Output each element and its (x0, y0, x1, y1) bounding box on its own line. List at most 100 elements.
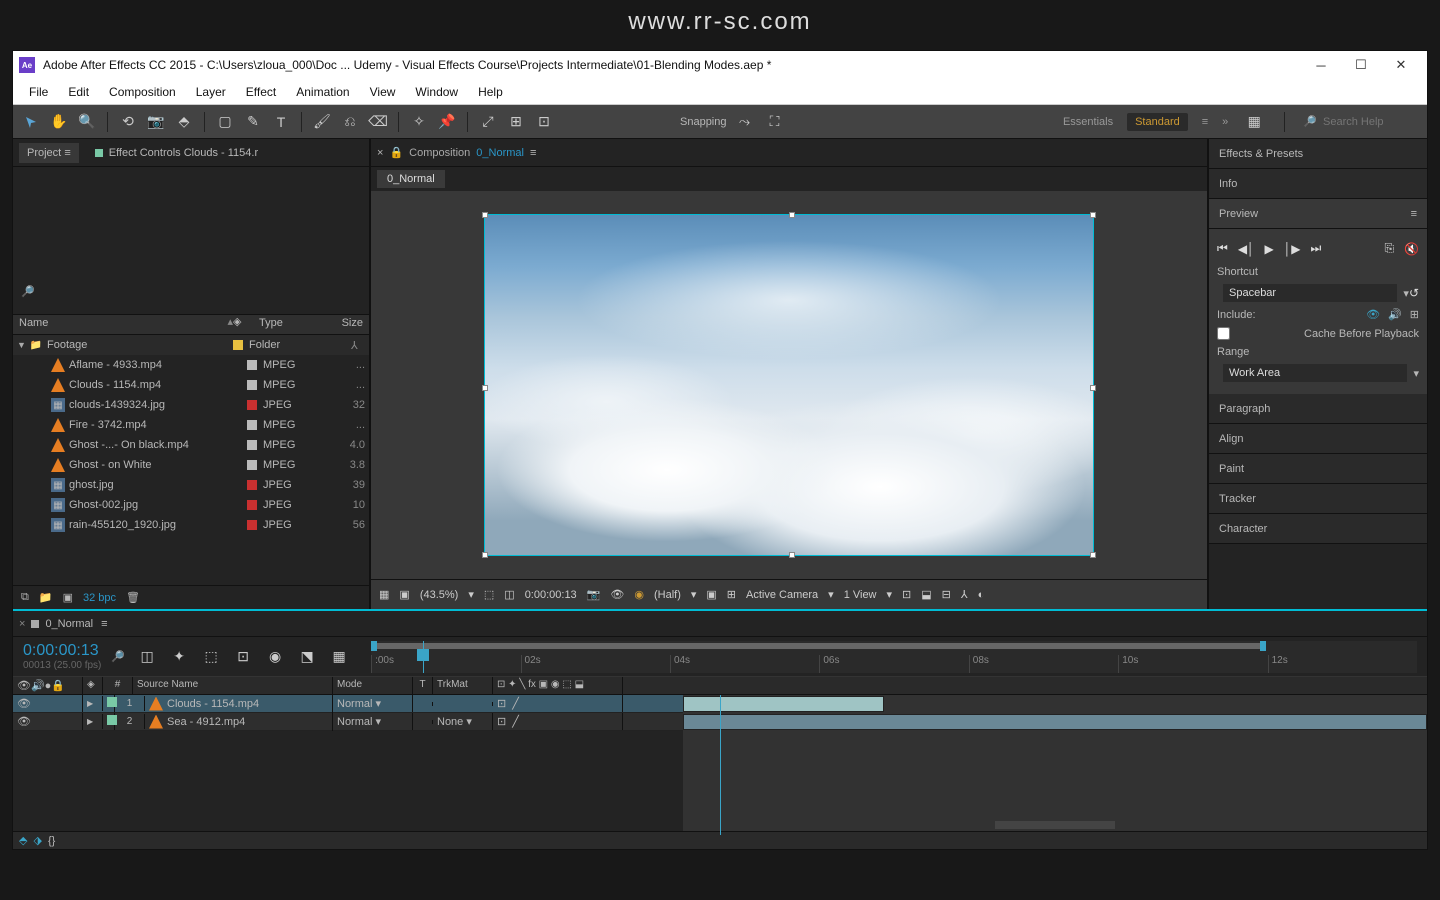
canvas[interactable] (485, 215, 1093, 555)
menu-view[interactable]: View (360, 85, 406, 99)
clone-tool[interactable]: ⎌ (338, 110, 362, 134)
file-row[interactable]: Fire - 3742.mp4MPEG... (13, 415, 369, 435)
work-area-bar[interactable] (371, 643, 1260, 649)
file-row[interactable]: ▦ghost.jpgJPEG39 (13, 475, 369, 495)
work-area-end[interactable] (1260, 641, 1266, 651)
file-row[interactable]: Ghost - on WhiteMPEG3.8 (13, 455, 369, 475)
panel-menu-icon[interactable]: ≡ (64, 147, 70, 159)
shortcut-dropdown[interactable]: Spacebar (1223, 284, 1397, 302)
new-comp-icon[interactable]: ▣ (63, 591, 73, 604)
workspace-essentials[interactable]: Essentials (1063, 116, 1113, 128)
prev-frame-button[interactable]: ◀│ (1238, 242, 1255, 256)
dropdown-icon[interactable]: ▾ (468, 588, 474, 601)
frame-blend-icon[interactable]: ⊡ (231, 645, 255, 669)
col-trkmat[interactable]: TrkMat (433, 677, 493, 694)
motion-blur-icon[interactable]: ◉ (263, 645, 287, 669)
col-type[interactable]: Type (253, 315, 333, 334)
reset-icon[interactable]: ↺ (1409, 286, 1419, 300)
transform-handle[interactable] (789, 552, 795, 558)
composition-name-link[interactable]: 0_Normal (476, 147, 524, 159)
transform-handle[interactable] (482, 385, 488, 391)
first-frame-button[interactable]: ⏮ (1217, 241, 1228, 256)
transform-handle[interactable] (482, 552, 488, 558)
panel-menu-icon[interactable]: ≡ (1411, 208, 1417, 220)
local-axis-icon[interactable]: ⤢ (476, 110, 500, 134)
viewer[interactable] (371, 191, 1207, 579)
menu-window[interactable]: Window (405, 85, 468, 99)
panel-paint[interactable]: Paint (1209, 454, 1427, 484)
transform-handle[interactable] (789, 212, 795, 218)
orbit-tool[interactable]: ⟲ (116, 110, 140, 134)
type-tool[interactable]: T (269, 110, 293, 134)
quality-icon[interactable]: ╱ (512, 715, 519, 728)
menu-effect[interactable]: Effect (236, 85, 286, 99)
fast-preview-icon[interactable]: ⬓ (921, 588, 931, 601)
label-swatch[interactable] (247, 460, 257, 470)
selection-tool[interactable] (19, 110, 43, 134)
zoom-slider[interactable] (995, 821, 1115, 829)
file-row[interactable]: Ghost -...- On black.mp4MPEG4.0 (13, 435, 369, 455)
search-help-input[interactable] (1323, 116, 1413, 128)
new-folder-icon[interactable]: 📁 (39, 591, 53, 604)
draft3d-icon[interactable]: ✦ (167, 645, 191, 669)
close-icon[interactable]: × (377, 147, 383, 159)
toggle-switches-icon[interactable]: ⬘ (19, 834, 27, 847)
include-video-icon[interactable]: 👁 (1366, 308, 1380, 321)
mask-icon[interactable]: ◫ (504, 588, 514, 601)
zoom-value[interactable]: (43.5%) (420, 589, 459, 601)
file-row[interactable]: ▦clouds-1439324.jpgJPEG32 (13, 395, 369, 415)
maximize-button[interactable]: ☐ (1341, 51, 1381, 79)
label-swatch[interactable] (247, 360, 257, 370)
roi-icon[interactable]: ▣ (706, 588, 716, 601)
video-toggle-icon[interactable]: 👁 (17, 715, 31, 728)
layer-bar[interactable] (683, 714, 1427, 730)
graph-editor-icon[interactable]: ⬔ (295, 645, 319, 669)
reset-exposure-icon[interactable]: ◐ (978, 589, 985, 601)
transform-handle[interactable] (1090, 212, 1096, 218)
brainstorm-icon[interactable]: ▦ (327, 645, 351, 669)
label-swatch[interactable] (247, 400, 257, 410)
flowchart-icon[interactable]: ⅄ (351, 339, 365, 352)
timecode[interactable]: 0:00:00:13 (23, 642, 101, 660)
label-swatch[interactable] (247, 520, 257, 530)
timeline-icon[interactable]: ⊟ (942, 588, 951, 601)
pixel-aspect-icon[interactable]: ⊡ (902, 588, 911, 601)
view-axis-icon[interactable]: ⊡ (532, 110, 556, 134)
comp-nav-tab[interactable]: 0_Normal (377, 170, 445, 188)
label-swatch[interactable] (233, 340, 243, 350)
shape-tool[interactable]: ▢ (213, 110, 237, 134)
panel-tracker[interactable]: Tracker (1209, 484, 1427, 514)
panel-character[interactable]: Character (1209, 514, 1427, 544)
collapse-icon[interactable]: ⊡ (497, 697, 506, 710)
trash-icon[interactable]: 🗑 (126, 591, 140, 604)
project-search-input[interactable] (21, 298, 361, 310)
panel-info[interactable]: Info (1209, 169, 1427, 199)
menu-help[interactable]: Help (468, 85, 513, 99)
col-name[interactable]: Name (13, 315, 227, 334)
transparency-icon[interactable]: ⬚ (484, 588, 494, 601)
menu-file[interactable]: File (19, 85, 58, 99)
show-snapshot-icon[interactable]: 👁 (610, 588, 624, 601)
lock-icon[interactable]: 🔒 (389, 146, 403, 159)
camera-tool[interactable]: 📷 (144, 110, 168, 134)
label-swatch[interactable] (247, 420, 257, 430)
video-toggle-icon[interactable]: 👁 (17, 697, 31, 710)
close-button[interactable]: ✕ (1381, 51, 1421, 79)
loop-icon[interactable]: ⎘ (1384, 241, 1394, 256)
file-row[interactable]: Clouds - 1154.mp4MPEG... (13, 375, 369, 395)
pan-behind-tool[interactable]: ⬘ (172, 110, 196, 134)
grid-icon[interactable]: ▣ (399, 588, 409, 601)
current-time[interactable]: 0:00:00:13 (525, 589, 577, 601)
label-swatch[interactable] (247, 500, 257, 510)
next-frame-button[interactable]: │▶ (1284, 242, 1301, 256)
minimize-button[interactable]: ─ (1301, 51, 1341, 79)
pen-tool[interactable]: ✎ (241, 110, 265, 134)
panel-paragraph[interactable]: Paragraph (1209, 394, 1427, 424)
brush-tool[interactable]: 🖌 (310, 110, 334, 134)
file-row[interactable]: Aflame - 4933.mp4MPEG... (13, 355, 369, 375)
col-size[interactable]: Size (333, 315, 369, 334)
snapshot-icon[interactable]: 📷 (587, 588, 601, 601)
layer-bar[interactable] (683, 696, 884, 712)
menu-edit[interactable]: Edit (58, 85, 99, 99)
zoom-tool[interactable]: 🔍 (75, 110, 99, 134)
